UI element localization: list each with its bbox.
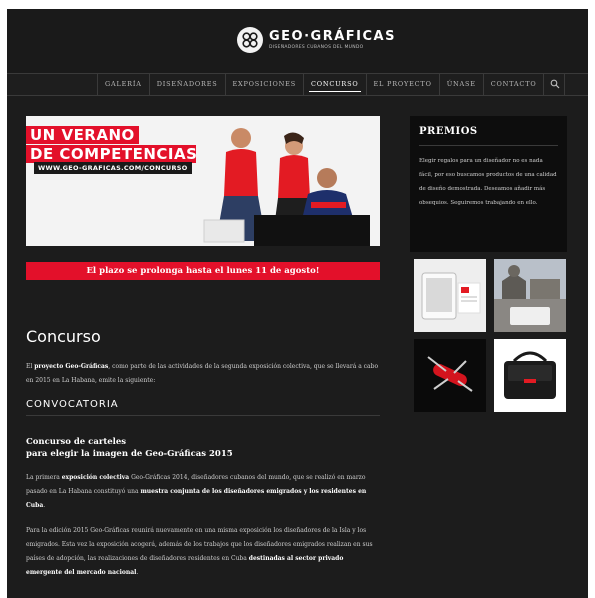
page: GEO·GRÁFICAS DISEÑADORES CUBANOS DEL MUN… (7, 9, 588, 598)
tablet-image (421, 272, 481, 320)
nav-item-unase[interactable]: ÚNASE (438, 74, 483, 95)
premios-title: PREMIOS (419, 126, 558, 146)
premios-box: PREMIOS Elegir regalos para un diseñador… (410, 116, 567, 252)
banner-line-2: DE COMPETENCIAS (26, 145, 202, 163)
logo-icon (237, 27, 263, 53)
site-logo[interactable]: GEO·GRÁFICAS DISEÑADORES CUBANOS DEL MUN… (237, 27, 396, 53)
page-title: Concurso (26, 327, 101, 346)
prize-thumb-photo[interactable] (494, 259, 566, 332)
premios-text: Elegir regalos para un diseñador no es n… (419, 158, 557, 206)
nav-item-exposiciones[interactable]: EXPOSICIONES (224, 74, 303, 95)
bag-image (504, 351, 556, 399)
prize-thumb-tablet[interactable] (414, 259, 486, 332)
nav-item-disenadores[interactable]: DISEÑADORES (148, 74, 225, 95)
project-link[interactable]: proyecto Geo-Gráficas (34, 363, 108, 370)
landscape-image (494, 259, 566, 332)
paragraph-1: La primera exposición colectiva Geo-Gráf… (26, 474, 367, 509)
prize-thumb-knife[interactable] (414, 339, 486, 412)
nav-item-concurso[interactable]: CONCURSO (302, 74, 366, 95)
paragraph-2: Para la edición 2015 Geo-Gráficas reunir… (26, 527, 373, 576)
contest-banner[interactable]: UN VERANO DE COMPETENCIAS WWW.GEO-GRAFIC… (26, 116, 380, 246)
banner-line-1: UN VERANO (26, 126, 139, 144)
deadline-banner: El plazo se prolonga hasta el lunes 11 d… (26, 262, 380, 280)
logo-subtitle: DISEÑADORES CUBANOS DEL MUNDO (269, 45, 364, 50)
banner-photo (196, 116, 380, 246)
knife-image (427, 356, 473, 392)
intro-paragraph: El proyecto Geo-Gráficas, como parte de … (26, 363, 379, 384)
nav-item-contacto[interactable]: CONTACTO (482, 74, 544, 95)
site-header: GEO·GRÁFICAS DISEÑADORES CUBANOS DEL MUN… (7, 9, 588, 73)
subheading: Concurso de carteles para elegir la image… (26, 437, 233, 459)
main-nav: GALERÍA DISEÑADORES EXPOSICIONES CONCURS… (7, 73, 588, 96)
nav-item-galeria[interactable]: GALERÍA (97, 74, 149, 95)
prize-thumb-bag[interactable] (494, 339, 566, 412)
search-button[interactable] (543, 74, 566, 95)
logo-title: GEO·GRÁFICAS (269, 29, 396, 44)
banner-url: WWW.GEO-GRAFICAS.COM/CONCURSO (34, 162, 192, 174)
nav-item-el-proyecto[interactable]: EL PROYECTO (365, 74, 439, 95)
search-icon (551, 79, 560, 89)
section-heading: CONVOCATORIA (26, 399, 380, 416)
